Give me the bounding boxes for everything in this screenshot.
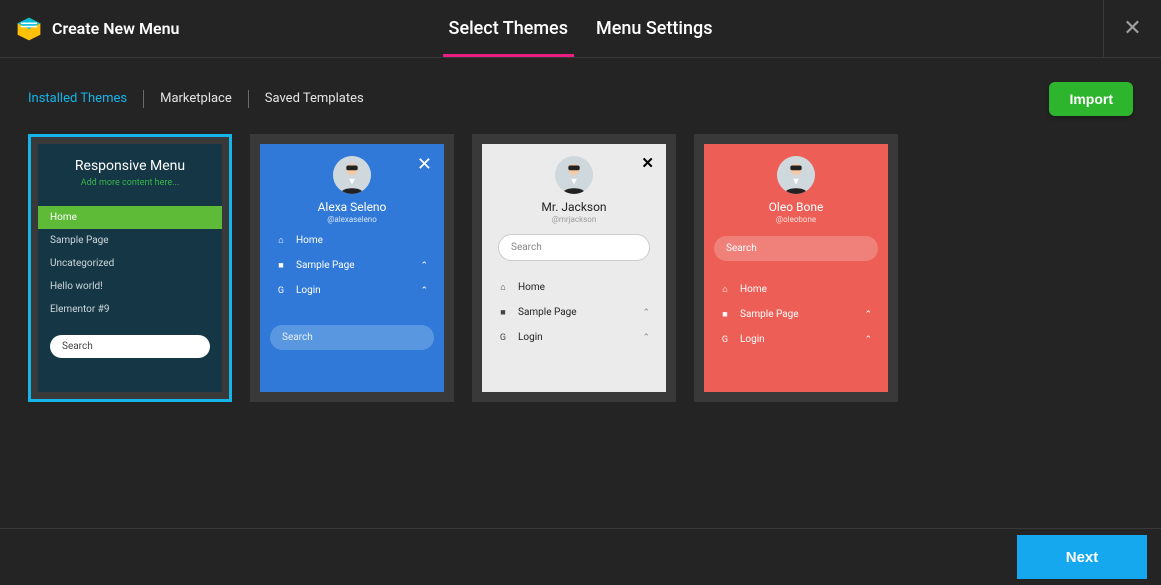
preview-title: Responsive Menu	[38, 158, 222, 174]
preview-nav-item: Uncategorized	[38, 252, 222, 275]
home-icon: ⌂	[720, 284, 730, 295]
subtab-installed-themes[interactable]: Installed Themes	[28, 92, 143, 106]
theme-card-3[interactable]: ✕ Mr. Jackson @mrjackson Search ⌂ Home ■ S…	[472, 134, 676, 402]
preview-nav-item: Hello world!	[38, 275, 222, 298]
preview-handle: @oleobone	[704, 215, 888, 224]
avatar-icon	[777, 156, 815, 194]
preview-subtitle: Add more content here...	[38, 178, 222, 188]
preview-nav-item: Sample Page	[296, 260, 355, 271]
subtab-saved-templates[interactable]: Saved Templates	[249, 92, 380, 106]
chevron-up-icon: ⌃	[864, 310, 872, 320]
preview-nav-item: Sample Page	[38, 229, 222, 252]
preview-nav-item: Sample Page	[740, 309, 799, 320]
folder-icon: ■	[276, 260, 286, 271]
preview-nav-item: Elementor #9	[38, 298, 222, 321]
header-left: Create New Menu	[0, 16, 179, 42]
preview-close-icon: ✕	[641, 154, 654, 172]
preview-search: Search	[270, 325, 434, 350]
preview-search: Search	[50, 335, 210, 358]
preview-menu: ⌂ Home ■ Sample Page ⌃ G Login ⌃	[260, 224, 444, 307]
next-button[interactable]: Next	[1017, 535, 1147, 579]
preview-handle: @alexaseleno	[260, 215, 444, 224]
login-icon: G	[498, 333, 508, 343]
preview-handle: @mrjackson	[482, 215, 666, 224]
preview-nav-item: Home	[38, 206, 222, 229]
theme-preview: ✕ Alexa Seleno @alexaseleno ⌂ Home ■ Sampl…	[260, 144, 444, 392]
chevron-up-icon: ⌃	[420, 261, 428, 271]
close-icon: ✕	[1123, 16, 1141, 41]
chevron-up-icon: ⌃	[642, 308, 650, 318]
app-logo-icon	[16, 16, 42, 42]
preview-username: Oleo Bone	[704, 200, 888, 214]
subnav-tabs: Installed Themes Marketplace Saved Templ…	[28, 90, 380, 108]
close-button[interactable]: ✕	[1103, 0, 1161, 58]
header-tabs: Select Themes Menu Settings	[449, 0, 713, 57]
preview-nav-item: Home	[740, 284, 767, 295]
theme-card-1[interactable]: Responsive Menu Add more content here...…	[28, 134, 232, 402]
chevron-up-icon: ⌃	[642, 333, 650, 343]
preview-search: Search	[714, 236, 878, 261]
home-icon: ⌂	[276, 235, 286, 246]
preview-username: Alexa Seleno	[260, 200, 444, 214]
folder-icon: ■	[498, 307, 508, 318]
login-icon: G	[276, 286, 286, 296]
preview-nav-item: Login	[296, 285, 321, 296]
chevron-up-icon: ⌃	[420, 286, 428, 296]
avatar-icon	[333, 156, 371, 194]
subnav: Installed Themes Marketplace Saved Templ…	[0, 58, 1161, 134]
chevron-up-icon: ⌃	[864, 335, 872, 345]
subtab-marketplace[interactable]: Marketplace	[144, 92, 248, 106]
folder-icon: ■	[720, 309, 730, 320]
preview-search: Search	[498, 234, 650, 261]
preview-nav: Home Sample Page Uncategorized Hello wor…	[38, 206, 222, 321]
login-icon: G	[720, 335, 730, 345]
home-icon: ⌂	[498, 282, 508, 293]
preview-menu: ⌂ Home ■ Sample Page ⌃ G Login ⌃	[482, 271, 666, 354]
avatar-icon	[555, 156, 593, 194]
preview-username: Mr. Jackson	[482, 200, 666, 214]
header-bar: Create New Menu Select Themes Menu Setti…	[0, 0, 1161, 58]
preview-nav-item: Home	[518, 282, 545, 293]
footer-bar: Next	[0, 528, 1161, 585]
tab-menu-settings[interactable]: Menu Settings	[596, 0, 713, 57]
theme-preview: Responsive Menu Add more content here...…	[38, 144, 222, 392]
theme-grid: Responsive Menu Add more content here...…	[0, 134, 1161, 402]
import-button[interactable]: Import	[1049, 82, 1133, 116]
theme-card-4[interactable]: Oleo Bone @oleobone Search ⌂ Home ■ Sample…	[694, 134, 898, 402]
preview-close-icon: ✕	[417, 154, 432, 175]
preview-nav-item: Sample Page	[518, 307, 577, 318]
page-title: Create New Menu	[52, 19, 179, 38]
preview-menu: ⌂ Home ■ Sample Page ⌃ G Login ⌃	[704, 273, 888, 356]
theme-preview: ✕ Mr. Jackson @mrjackson Search ⌂ Home ■ S…	[482, 144, 666, 392]
preview-nav-item: Home	[296, 235, 323, 246]
tab-select-themes[interactable]: Select Themes	[449, 0, 568, 57]
theme-preview: Oleo Bone @oleobone Search ⌂ Home ■ Sample…	[704, 144, 888, 392]
theme-card-2[interactable]: ✕ Alexa Seleno @alexaseleno ⌂ Home ■ Sampl…	[250, 134, 454, 402]
preview-nav-item: Login	[740, 334, 765, 345]
preview-nav-item: Login	[518, 332, 543, 343]
